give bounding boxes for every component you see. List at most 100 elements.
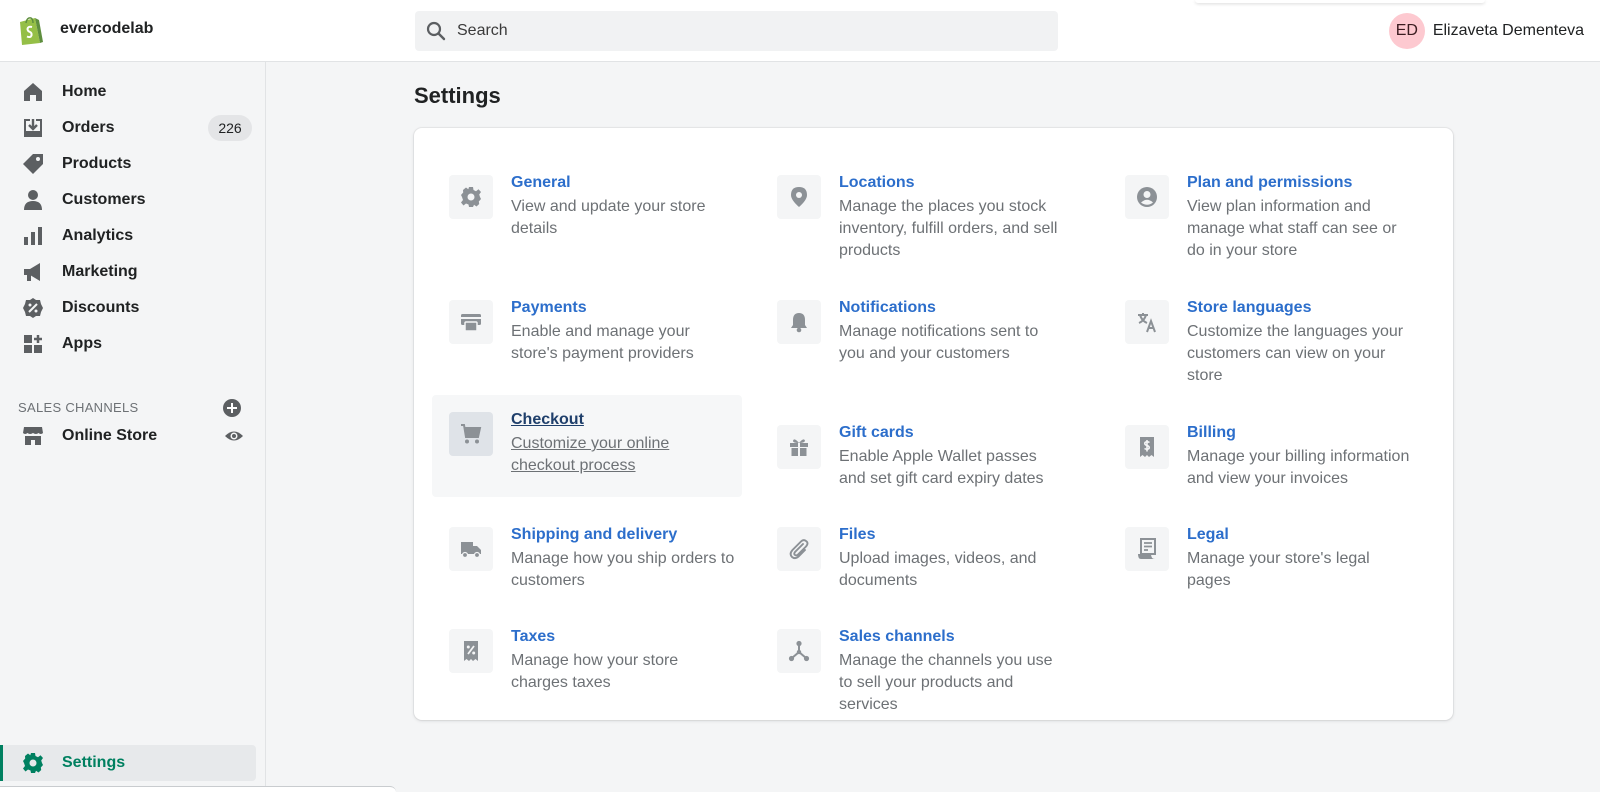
tile-icon-box	[777, 175, 821, 219]
settings-tile-legal[interactable]: Legal Manage your store's legal pages	[1108, 510, 1418, 612]
tile-description: View and update your store details	[511, 198, 706, 237]
gear-icon	[461, 187, 481, 207]
sidebar-item-label: Settings	[62, 754, 126, 771]
settings-tile-taxes[interactable]: Taxes Manage how your store charges taxe…	[432, 612, 742, 714]
sidebar-item-orders[interactable]: Orders 226	[0, 110, 266, 146]
tag-icon	[23, 154, 43, 174]
bell-icon	[791, 313, 807, 333]
tile-description: Manage how you ship orders to customers	[511, 550, 735, 589]
settings-tile-notifications[interactable]: Notifications Manage notifications sent …	[760, 283, 1070, 385]
settings-tile-billing[interactable]: Billing Manage your billing information …	[1108, 408, 1418, 510]
tile-description: Manage your billing information and view…	[1187, 448, 1410, 487]
tile-title[interactable]: Locations	[839, 174, 915, 192]
tile-description: Upload images, videos, and documents	[839, 550, 1037, 589]
bottom-edge	[0, 786, 396, 792]
legal-document-icon	[1138, 538, 1156, 559]
tile-title[interactable]: Plan and permissions	[1187, 174, 1352, 192]
page-title: Settings	[414, 83, 501, 108]
payment-card-icon	[461, 314, 481, 332]
search-input[interactable]: Search	[457, 22, 508, 40]
gift-icon	[790, 439, 808, 456]
eye-icon[interactable]	[224, 426, 244, 446]
receipt-dollar-icon	[1140, 437, 1154, 457]
sidebar-item-analytics[interactable]: Analytics	[0, 218, 266, 254]
user-name[interactable]: Elizaveta Dementeva	[1433, 22, 1584, 40]
sidebar-item-online-store[interactable]: Online Store	[0, 418, 266, 454]
tile-title[interactable]: General	[511, 174, 571, 192]
tile-icon-box	[1125, 175, 1169, 219]
tile-icon-box	[1125, 300, 1169, 344]
tile-icon-box	[1125, 527, 1169, 571]
tile-title[interactable]: Taxes	[511, 628, 555, 646]
store-name[interactable]: evercodelab	[60, 20, 153, 38]
tile-icon-box	[777, 527, 821, 571]
sidebar-item-products[interactable]: Products	[0, 146, 266, 182]
tile-title[interactable]: Payments	[511, 299, 587, 317]
sidebar-item-marketing[interactable]: Marketing	[0, 254, 266, 290]
settings-tile-store-languages[interactable]: Store languages Customize the languages …	[1108, 283, 1418, 385]
sidebar-item-label: Home	[62, 83, 107, 100]
tile-icon-box	[777, 300, 821, 344]
tile-description: Enable and manage your store's payment p…	[511, 323, 694, 362]
settings-tile-files[interactable]: Files Upload images, videos, and documen…	[760, 510, 1070, 612]
tile-title[interactable]: Notifications	[839, 299, 936, 317]
tile-title[interactable]: Sales channels	[839, 628, 955, 646]
popover-edge	[1195, 0, 1485, 3]
settings-card: General View and update your store detai…	[414, 128, 1453, 720]
settings-tile-gift-cards[interactable]: Gift cards Enable Apple Wallet passes an…	[760, 408, 1070, 510]
tile-title[interactable]: Shipping and delivery	[511, 526, 677, 544]
sidebar-item-label: Marketing	[62, 263, 138, 280]
settings-tile-shipping-and-delivery[interactable]: Shipping and delivery Manage how you shi…	[432, 510, 742, 612]
sidebar-item-label: Customers	[62, 191, 146, 208]
settings-tile-sales-channels[interactable]: Sales channels Manage the channels you u…	[760, 612, 1070, 714]
tile-icon-box	[449, 527, 493, 571]
person-icon	[24, 190, 42, 210]
shopify-logo-icon[interactable]	[16, 14, 44, 46]
settings-tile-checkout[interactable]: Checkout Customize your online checkout …	[432, 395, 742, 497]
tile-title[interactable]: Store languages	[1187, 299, 1311, 317]
settings-tile-locations[interactable]: Locations Manage the places you stock in…	[760, 158, 1070, 260]
avatar[interactable]: ED	[1388, 13, 1425, 49]
tile-icon-box	[449, 300, 493, 344]
sidebar-item-apps[interactable]: Apps	[0, 326, 266, 362]
search-icon	[426, 21, 446, 41]
sidebar-item-discounts[interactable]: Discounts	[0, 290, 266, 326]
tile-title[interactable]: Gift cards	[839, 424, 914, 442]
active-indicator	[0, 745, 3, 781]
tile-description: Enable Apple Wallet passes and set gift …	[839, 448, 1044, 487]
orders-count-badge: 226	[208, 115, 252, 141]
tile-title[interactable]: Files	[839, 526, 875, 544]
tile-icon-box	[777, 629, 821, 673]
tile-title[interactable]: Billing	[1187, 424, 1236, 442]
gear-icon	[23, 753, 43, 773]
apps-icon	[24, 335, 42, 353]
sidebar-item-home[interactable]: Home	[0, 74, 266, 110]
sidebar-item-label: Analytics	[62, 227, 134, 244]
sales-channels-heading: SALES CHANNELS	[18, 400, 139, 415]
discount-icon	[23, 298, 43, 318]
tile-icon-box	[449, 629, 493, 673]
sidebar-item-settings[interactable]: Settings	[0, 745, 256, 781]
sidebar: Home Orders 226 Products Customers Analy…	[0, 62, 266, 792]
settings-tile-payments[interactable]: Payments Enable and manage your store's …	[432, 283, 742, 385]
account-icon	[1137, 187, 1157, 207]
tile-icon-box	[449, 412, 493, 456]
user-menu[interactable]: ED Elizaveta Dementeva	[1388, 13, 1584, 49]
tile-title[interactable]: Checkout	[511, 411, 584, 429]
search-bar[interactable]: Search	[415, 11, 1058, 51]
tile-description: Manage the channels you use to sell your…	[839, 652, 1053, 713]
home-icon	[24, 83, 42, 101]
location-pin-icon	[791, 187, 807, 207]
sidebar-item-label: Online Store	[62, 427, 158, 444]
sidebar-item-customers[interactable]: Customers	[0, 182, 266, 218]
tile-description: Manage the places you stock inventory, f…	[839, 198, 1058, 259]
paperclip-icon	[789, 539, 809, 560]
tile-title[interactable]: Legal	[1187, 526, 1229, 544]
add-circle-icon[interactable]	[222, 398, 242, 418]
sidebar-item-label: Apps	[62, 335, 102, 352]
settings-tile-general[interactable]: General View and update your store detai…	[432, 158, 742, 260]
truck-icon	[461, 542, 481, 559]
settings-tile-plan-and-permissions[interactable]: Plan and permissions View plan informati…	[1108, 158, 1418, 260]
cart-icon	[461, 424, 482, 444]
sidebar-item-label: Discounts	[62, 299, 140, 316]
